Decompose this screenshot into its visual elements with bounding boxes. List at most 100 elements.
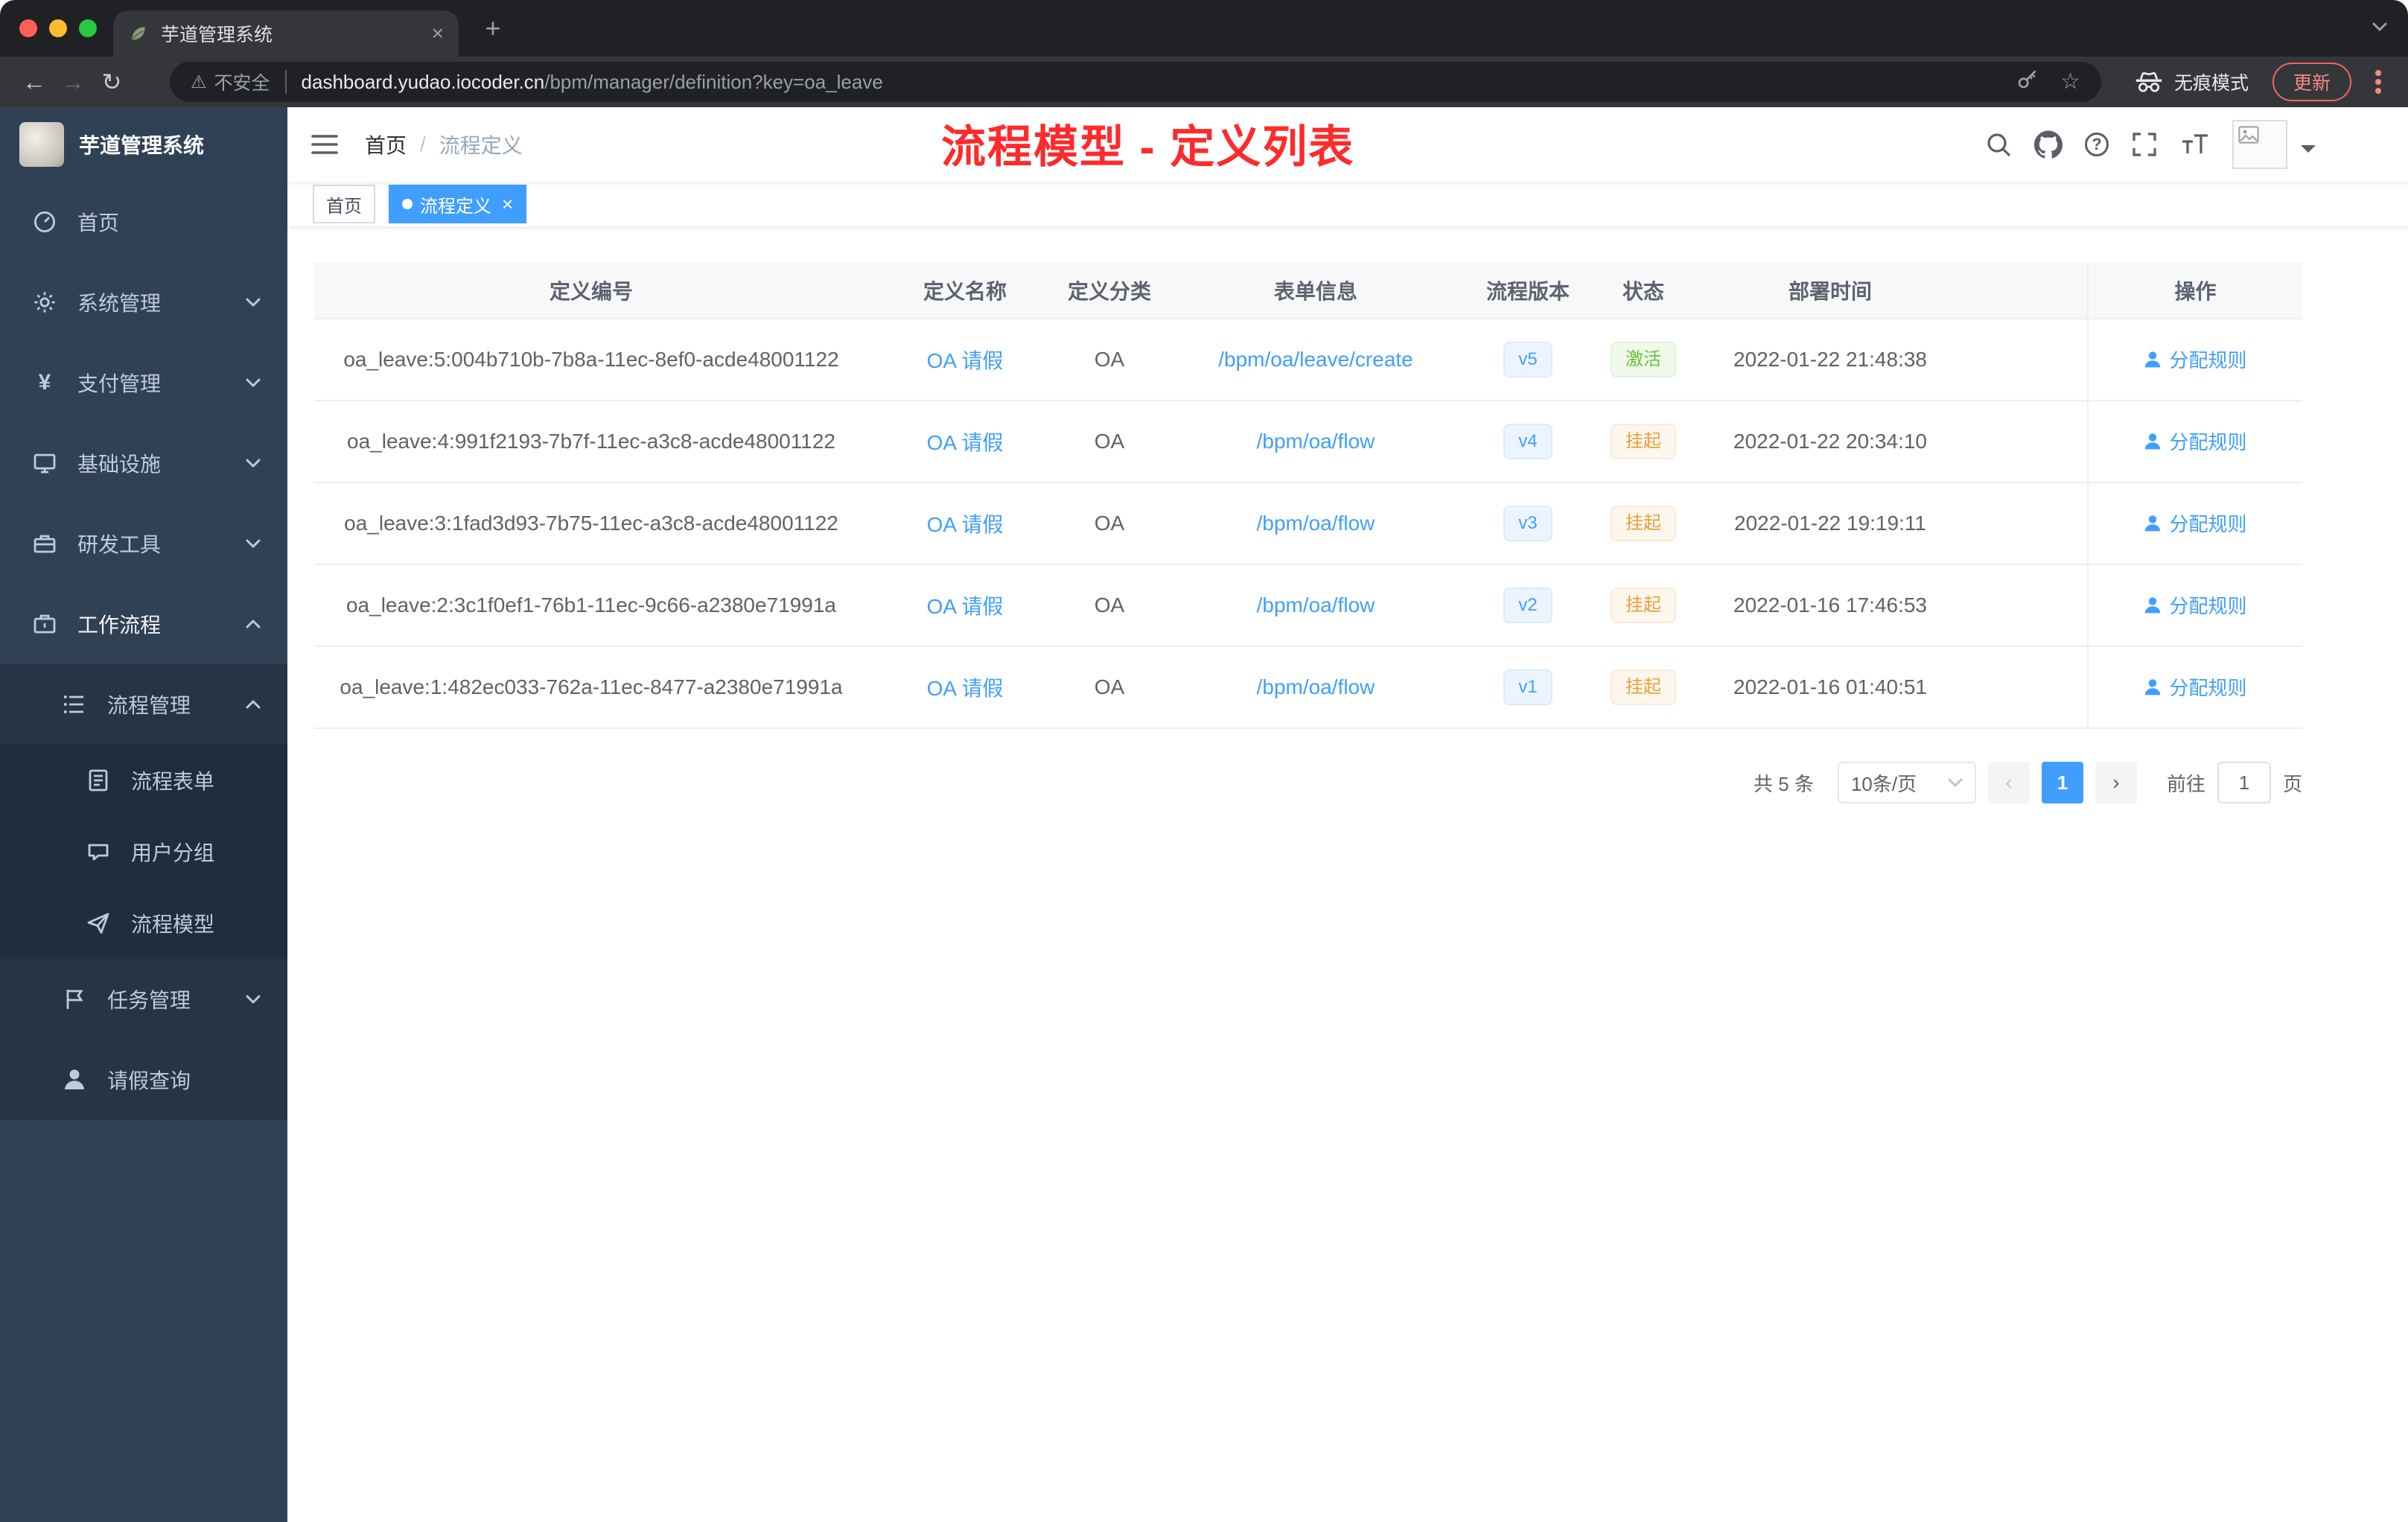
table-header-row: 定义编号 定义名称 定义分类 表单信息 流程版本 状态 部署时间 操作 <box>314 262 2302 319</box>
tag-home[interactable]: 首页 <box>313 185 375 223</box>
cell-definition-id: oa_leave:2:3c1f0ef1-76b1-11ec-9c66-a2380… <box>314 564 868 647</box>
briefcase-icon <box>33 612 57 636</box>
url-field[interactable]: ⚠ 不安全 dashboard.yudao.iocoder.cn /bpm/ma… <box>170 62 2101 102</box>
assign-rule-link[interactable]: 分配规则 <box>2144 427 2247 455</box>
new-tab-button[interactable]: + <box>477 13 509 46</box>
cell-deploy-time: 2022-01-22 20:34:10 <box>1705 401 1955 483</box>
logo-title: 芋道管理系统 <box>79 134 205 157</box>
assign-rule-link[interactable]: 分配规则 <box>2144 346 2247 373</box>
version-badge: v4 <box>1503 424 1552 459</box>
form-info-link[interactable]: /bpm/oa/flow <box>1257 593 1375 617</box>
help-icon[interactable]: ? <box>2085 133 2109 156</box>
next-page-button[interactable]: › <box>2095 762 2137 803</box>
breadcrumb-home[interactable]: 首页 <box>365 130 407 159</box>
user-icon <box>2145 351 2161 368</box>
cell-deploy-time: 2022-01-22 19:19:11 <box>1705 483 1955 565</box>
status-badge: 挂起 <box>1611 588 1676 623</box>
search-icon[interactable] <box>1985 131 2012 158</box>
sidebar-item-process-model[interactable]: 流程模型 <box>0 888 287 959</box>
prev-page-button[interactable]: ‹ <box>1987 762 2030 803</box>
col-definition-id: 定义编号 <box>314 262 868 319</box>
font-size-icon[interactable] <box>2180 133 2210 156</box>
forward-button[interactable]: → <box>54 63 92 101</box>
chevron-down-icon <box>246 459 261 468</box>
favicon-leaf-icon <box>131 27 145 41</box>
sidebar-item-process-management[interactable]: 流程管理 <box>0 664 287 745</box>
sidebar-item-dev-tools[interactable]: 研发工具 <box>0 503 287 584</box>
assign-rule-link[interactable]: 分配规则 <box>2144 673 2247 701</box>
active-dot-icon <box>402 199 413 209</box>
definition-name-link[interactable]: OA 请假 <box>927 431 1004 454</box>
bookmark-star-icon[interactable]: ☆ <box>2060 71 2080 93</box>
github-icon[interactable] <box>2034 130 2063 159</box>
assign-rule-link[interactable]: 分配规则 <box>2144 509 2247 537</box>
reload-button[interactable]: ↻ <box>92 63 131 101</box>
tab-search-chevron-icon[interactable] <box>2372 22 2387 31</box>
password-key-icon[interactable] <box>2016 67 2039 97</box>
sidebar-item-process-form[interactable]: 流程表单 <box>0 745 287 816</box>
tab-close-icon[interactable]: × <box>432 23 444 44</box>
user-icon <box>2145 678 2161 695</box>
hamburger-icon[interactable] <box>311 134 338 155</box>
sidebar-item-payment-management[interactable]: ¥ 支付管理 <box>0 343 287 423</box>
cell-spacer <box>1955 401 2088 483</box>
form-info-link[interactable]: /bpm/oa/flow <box>1257 512 1375 535</box>
cell-definition-id: oa_leave:5:004b710b-7b8a-11ec-8ef0-acde4… <box>314 319 868 401</box>
close-window-button[interactable] <box>19 19 37 37</box>
broken-image-icon <box>2238 126 2259 144</box>
pagination: 共 5 条 10条/页 ‹ 1 › 前往 页 <box>314 762 2302 803</box>
sidebar-item-leave-query[interactable]: 请假查询 <box>0 1039 287 1120</box>
col-definition-category: 定义分类 <box>1062 262 1157 319</box>
dashboard-icon <box>33 210 57 234</box>
col-form-info: 表单信息 <box>1157 262 1474 319</box>
definition-name-link[interactable]: OA 请假 <box>927 349 1004 372</box>
tag-close-icon[interactable]: × <box>502 194 513 214</box>
security-label[interactable]: 不安全 <box>214 69 270 95</box>
browser-window: 芋道管理系统 × + ← → ↻ ⚠ 不安全 dashboard.yudao.i… <box>0 0 2408 1522</box>
definition-name-link[interactable]: OA 请假 <box>927 677 1004 700</box>
minimize-window-button[interactable] <box>49 19 67 37</box>
window-controls <box>19 19 97 37</box>
breadcrumb-current: 流程定义 <box>439 134 523 157</box>
chevron-up-icon <box>246 620 261 628</box>
avatar-dropdown-caret-icon[interactable] <box>2301 145 2316 160</box>
form-info-link[interactable]: /bpm/oa/flow <box>1257 430 1375 453</box>
sidebar-item-system-management[interactable]: 系统管理 <box>0 262 287 343</box>
cell-definition-id: oa_leave:1:482ec033-762a-11ec-8477-a2380… <box>314 646 868 729</box>
chevron-down-icon <box>1948 778 1963 787</box>
avatar[interactable] <box>2232 120 2287 169</box>
browser-tab[interactable]: 芋道管理系统 × <box>113 10 459 57</box>
sidebar-item-infrastructure[interactable]: 基础设施 <box>0 423 287 503</box>
form-info-link[interactable]: /bpm/oa/flow <box>1257 675 1375 698</box>
cell-category: OA <box>1062 401 1157 483</box>
url-host: dashboard.yudao.iocoder.cn <box>301 70 545 93</box>
cell-deploy-time: 2022-01-22 21:48:38 <box>1705 319 1955 401</box>
assign-rule-link[interactable]: 分配规则 <box>2144 591 2247 619</box>
browser-menu-icon[interactable] <box>2375 70 2381 94</box>
browser-update-button[interactable]: 更新 <box>2272 63 2351 101</box>
tag-process-definition[interactable]: 流程定义 × <box>389 185 527 223</box>
definition-name-link[interactable]: OA 请假 <box>927 595 1004 618</box>
goto-page-input[interactable] <box>2217 762 2271 803</box>
sidebar-item-workflow[interactable]: 工作流程 <box>0 584 287 664</box>
sidebar-logo: 芋道管理系统 <box>0 107 287 182</box>
user-icon <box>2145 596 2161 614</box>
page-size-select[interactable]: 10条/页 <box>1837 762 1976 803</box>
paper-plane-icon <box>86 911 110 935</box>
sidebar-item-user-group[interactable]: 用户分组 <box>0 816 287 888</box>
zoom-window-button[interactable] <box>79 19 97 37</box>
back-button[interactable]: ← <box>15 63 54 101</box>
fullscreen-icon[interactable] <box>2131 131 2158 158</box>
current-page-button[interactable]: 1 <box>2041 762 2083 803</box>
sidebar-item-task-management[interactable]: 任务管理 <box>0 959 287 1039</box>
chevron-down-icon <box>246 539 261 548</box>
definition-name-link[interactable]: OA 请假 <box>927 513 1004 536</box>
col-status: 状态 <box>1582 262 1705 319</box>
table-row: oa_leave:5:004b710b-7b8a-11ec-8ef0-acde4… <box>314 319 2302 401</box>
browser-address-bar: ← → ↻ ⚠ 不安全 dashboard.yudao.iocoder.cn /… <box>0 57 2408 107</box>
monitor-icon <box>33 451 57 475</box>
gear-icon <box>33 290 57 314</box>
goto-label: 前往 <box>2166 772 2205 795</box>
form-info-link[interactable]: /bpm/oa/leave/create <box>1218 348 1413 371</box>
sidebar-item-home[interactable]: 首页 <box>0 182 287 262</box>
